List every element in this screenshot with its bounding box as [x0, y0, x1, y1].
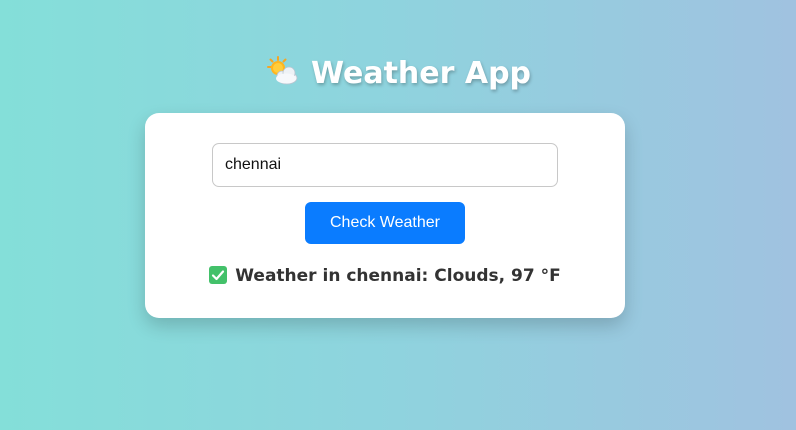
check-weather-button[interactable]: Check Weather — [305, 202, 465, 244]
sun-behind-cloud-icon — [265, 55, 299, 89]
weather-result: Weather in chennai: Clouds, 97 °F — [145, 263, 625, 289]
city-input[interactable] — [212, 143, 558, 187]
weather-card: Check Weather Weather in chennai: Clouds… — [145, 113, 625, 318]
weather-result-text: Weather in chennai: Clouds, 97 °F — [235, 266, 561, 286]
app-title-container: Weather App — [0, 54, 796, 94]
app-title: Weather App — [310, 56, 532, 91]
check-mark-icon — [209, 266, 228, 284]
